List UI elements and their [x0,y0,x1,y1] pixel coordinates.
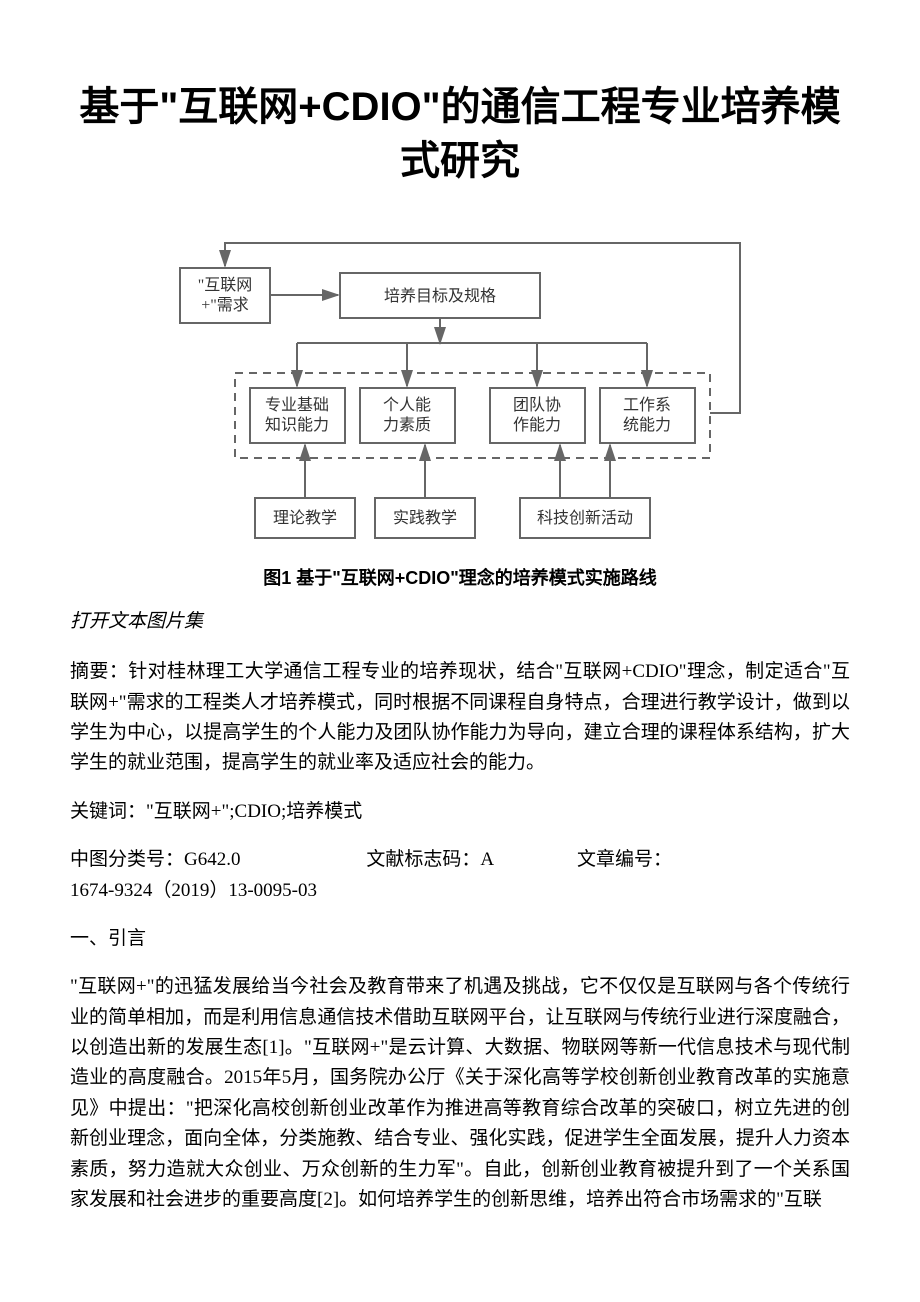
articleno-label: 文章编号： [577,849,672,870]
keywords-label: 关键词： [70,801,146,822]
section-1-heading: 一、引言 [70,924,850,954]
abstract: 摘要：针对桂林理工大学通信工程专业的培养现状，结合"互联网+CDIO"理念，制定… [70,657,850,779]
svg-text:个人能: 个人能 [383,396,431,414]
clc-value: G642.0 [184,849,240,870]
body-paragraph-1: "互联网+"的迅猛发展给当今社会及教育带来了机遇及挑战，它不仅仅是互联网与各个传… [70,972,850,1215]
svg-text:作能力: 作能力 [513,416,561,434]
figure-caption: 图1 基于"互联网+CDIO"理念的培养模式实施路线 [70,564,850,593]
keywords: 关键词："互联网+";CDIO;培养模式 [70,797,850,827]
diagram-svg: "互联网 +"需求 培养目标及规格 专业基础知识能力 个人能力素质 团队协作能力… [160,228,760,558]
clc-label: 中图分类号： [70,849,184,870]
svg-text:工作系: 工作系 [623,396,671,414]
doccode-label: 文献标志码： [366,849,480,870]
figure-1: "互联网 +"需求 培养目标及规格 专业基础知识能力 个人能力素质 团队协作能力… [70,228,850,593]
svg-text:+"需求: +"需求 [201,296,249,314]
box-theory: 理论教学 [273,509,337,527]
svg-text:知识能力: 知识能力 [265,416,329,434]
svg-text:统能力: 统能力 [623,416,671,434]
abstract-text: 针对桂林理工大学通信工程专业的培养现状，结合"互联网+CDIO"理念，制定适合"… [70,661,850,773]
meta-line: 中图分类号：G642.0 文献标志码：A 文章编号： 1674-9324（201… [70,845,850,906]
svg-text:专业基础: 专业基础 [265,396,329,414]
open-gallery-link[interactable]: 打开文本图片集 [70,607,850,637]
articleno-value: 1674-9324（2019）13-0095-03 [70,876,850,906]
box-internet-demand: "互联网 [198,276,253,294]
abstract-label: 摘要： [70,661,128,682]
svg-text:团队协: 团队协 [513,396,561,414]
box-practice: 实践教学 [393,509,457,527]
keywords-text: "互联网+";CDIO;培养模式 [146,801,362,822]
box-innovation: 科技创新活动 [537,509,633,527]
page-title: 基于"互联网+CDIO"的通信工程专业培养模式研究 [70,80,850,188]
svg-text:力素质: 力素质 [383,416,431,434]
doccode-value: A [480,849,494,870]
box-goals: 培养目标及规格 [384,287,496,305]
